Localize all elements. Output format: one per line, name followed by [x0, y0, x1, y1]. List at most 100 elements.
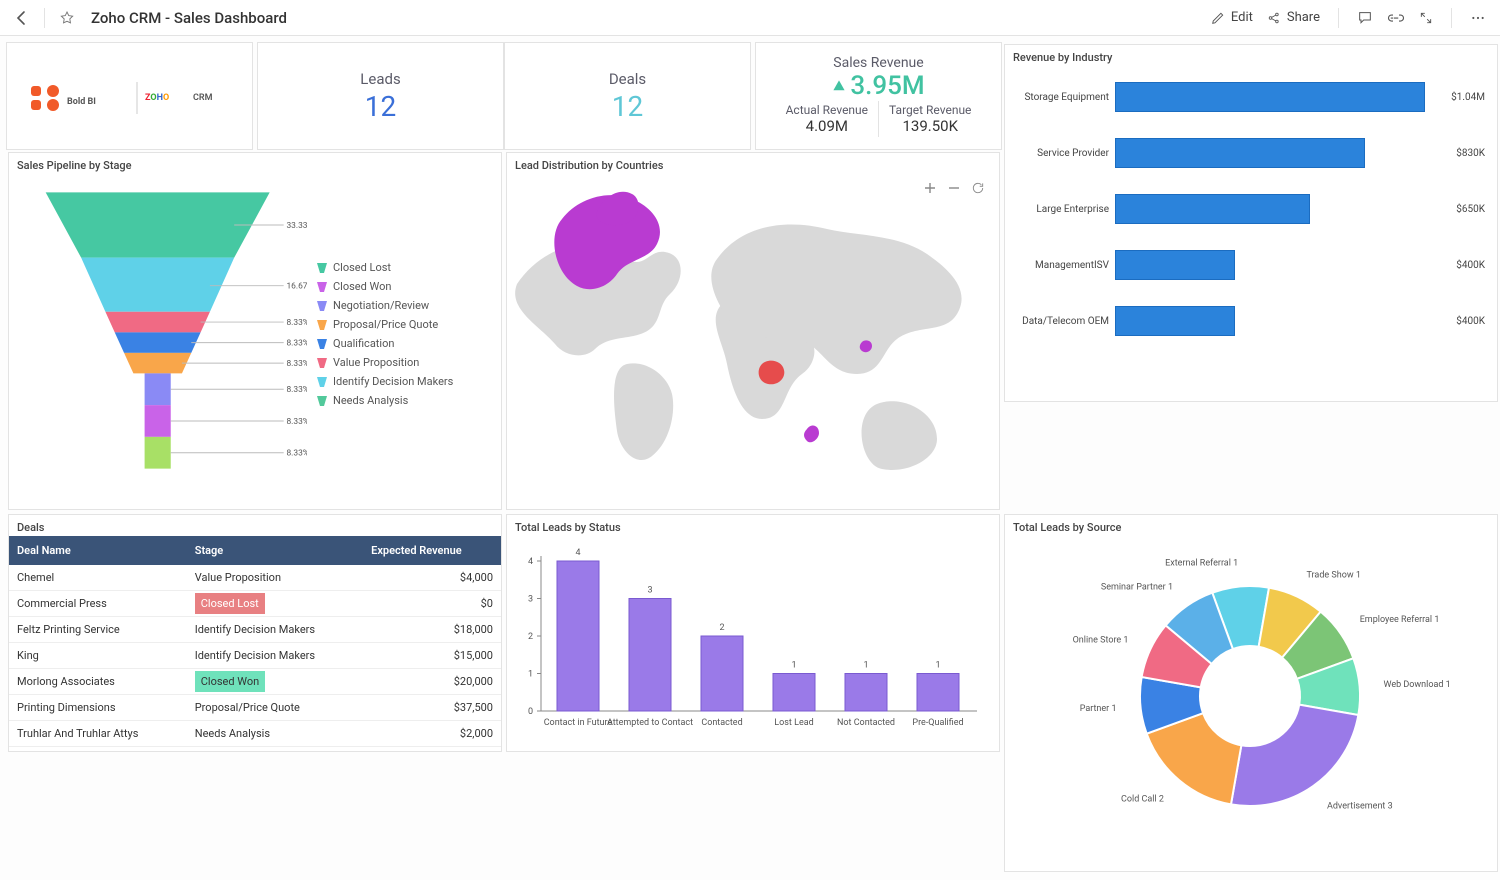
- share-icon: [1267, 11, 1281, 25]
- bar-row: Data/Telecom OEM$400K: [1017, 306, 1485, 336]
- svg-text:Contacted: Contacted: [701, 718, 742, 728]
- svg-text:Employee Referral 1: Employee Referral 1: [1360, 615, 1440, 625]
- comment-icon[interactable]: [1357, 10, 1373, 26]
- svg-text:3: 3: [647, 586, 652, 596]
- table-row[interactable]: Truhlar And Truhlar AttysNeeds Analysis$…: [9, 721, 501, 747]
- deals-title: Deals: [9, 515, 501, 536]
- svg-text:2: 2: [719, 623, 724, 633]
- legend-item[interactable]: Closed Won: [317, 280, 493, 293]
- status-chart: 01234 432111 Contact in FutureAttempted …: [507, 536, 997, 741]
- svg-text:ZOHO: ZOHO: [145, 93, 169, 103]
- pencil-icon: [1211, 11, 1225, 25]
- table-row[interactable]: KingIdentify Decision Makers$15,000: [9, 643, 501, 669]
- kpi-leads: Leads 12: [257, 42, 504, 150]
- legend-item[interactable]: Closed Lost: [317, 261, 493, 274]
- svg-text:8.33%: 8.33%: [286, 385, 307, 395]
- svg-text:4: 4: [575, 548, 580, 558]
- svg-text:3: 3: [528, 595, 533, 605]
- leads-by-source: Total Leads by Source External Referral …: [1004, 514, 1498, 872]
- svg-text:Pre-Qualified: Pre-Qualified: [912, 718, 963, 728]
- share-label: Share: [1287, 10, 1320, 25]
- svg-text:Contact in Future: Contact in Future: [544, 718, 613, 728]
- legend-item[interactable]: Proposal/Price Quote: [317, 318, 493, 331]
- kpi-deals: Deals 12: [504, 42, 751, 150]
- bar-row: Storage Equipment$1.04M: [1017, 82, 1485, 112]
- leads-by-status: Total Leads by Status 01234 432111 Conta…: [506, 514, 1000, 752]
- svg-text:1: 1: [791, 661, 796, 671]
- svg-text:CRM: CRM: [193, 93, 213, 103]
- refresh-icon[interactable]: [971, 181, 985, 195]
- boldbi-text: Bold BI: [67, 97, 96, 107]
- legend-item[interactable]: Negotiation/Review: [317, 299, 493, 312]
- svg-text:1: 1: [935, 661, 940, 671]
- share-button[interactable]: Share: [1267, 10, 1320, 25]
- svg-text:8.33%: 8.33%: [286, 449, 307, 459]
- svg-text:1: 1: [863, 661, 868, 671]
- th-deal-name[interactable]: Deal Name: [9, 536, 187, 565]
- zoom-in-icon[interactable]: [923, 181, 937, 195]
- actual-label: Actual Revenue: [786, 103, 868, 117]
- svg-text:Web Download 1: Web Download 1: [1383, 680, 1450, 690]
- table-row[interactable]: Commercial PressClosed Lost$0: [9, 591, 501, 617]
- table-row[interactable]: Feltz Printing ServiceIdentify Decision …: [9, 617, 501, 643]
- table-row[interactable]: Printing DimensionsProposal/Price Quote$…: [9, 695, 501, 721]
- svg-text:8.33%: 8.33%: [286, 318, 307, 328]
- status-title: Total Leads by Status: [507, 515, 999, 536]
- legend-item[interactable]: Qualification: [317, 337, 493, 350]
- world-map[interactable]: [507, 174, 997, 494]
- rev-title: Sales Revenue: [833, 55, 923, 71]
- rev-big: 3.95M: [850, 71, 924, 101]
- expand-icon[interactable]: [1419, 11, 1433, 25]
- svg-text:Trade Show 1: Trade Show 1: [1307, 571, 1361, 581]
- deals-table: Deal Name Stage Expected Revenue ChemelV…: [9, 536, 501, 747]
- svg-text:8.33%: 8.33%: [286, 359, 307, 369]
- donut-chart: External Referral 1Trade Show 1Employee …: [1005, 536, 1495, 856]
- bar-row: ManagementISV$400K: [1017, 250, 1485, 280]
- th-rev[interactable]: Expected Revenue: [363, 536, 501, 565]
- pipeline-title: Sales Pipeline by Stage: [9, 153, 501, 174]
- table-row[interactable]: Morlong AssociatesClosed Won$20,000: [9, 669, 501, 695]
- legend-item[interactable]: Value Proposition: [317, 356, 493, 369]
- svg-text:Cold Call 2: Cold Call 2: [1121, 795, 1164, 805]
- svg-text:Lost Lead: Lost Lead: [774, 718, 813, 728]
- edit-button[interactable]: Edit: [1211, 10, 1253, 25]
- star-icon[interactable]: [59, 10, 75, 26]
- funnel-legend: Closed Lost Closed Won Negotiation/Review P…: [307, 182, 493, 486]
- kpi-leads-value: 12: [365, 90, 396, 123]
- legend-item[interactable]: Identify Decision Makers: [317, 375, 493, 388]
- svg-text:Attempted to Contact: Attempted to Contact: [607, 718, 693, 728]
- page-title: Zoho CRM - Sales Dashboard: [91, 9, 287, 27]
- svg-text:Partner 1: Partner 1: [1080, 704, 1117, 714]
- svg-text:33.33%: 33.33%: [286, 221, 307, 231]
- revind-title: Revenue by Industry: [1005, 45, 1497, 66]
- target-label: Target Revenue: [889, 103, 971, 117]
- logo-card: Bold BI ZOHO CRM: [6, 42, 253, 150]
- kpi-revenue: Sales Revenue 3.95M Actual Revenue 4.09M…: [755, 42, 1002, 150]
- edit-label: Edit: [1231, 10, 1253, 25]
- svg-text:8.33%: 8.33%: [286, 338, 307, 348]
- svg-text:0: 0: [528, 707, 533, 717]
- bar-row: Large Enterprise$650K: [1017, 194, 1485, 224]
- kpi-deals-label: Deals: [609, 70, 646, 88]
- svg-text:16.67%: 16.67%: [286, 281, 307, 291]
- back-icon[interactable]: [14, 10, 30, 26]
- table-row[interactable]: ChemelValue Proposition$4,000: [9, 565, 501, 591]
- triangle-up-icon: [832, 79, 846, 93]
- row1-col2: Deals 12 Sales Revenue 3.95M Actual Reve…: [504, 42, 1002, 150]
- kpi-leads-label: Leads: [360, 70, 400, 88]
- donut-title: Total Leads by Source: [1005, 515, 1497, 536]
- legend-item[interactable]: Needs Analysis: [317, 394, 493, 407]
- deals-table-card: Deals Deal Name Stage Expected Revenue C…: [8, 514, 502, 752]
- bar-row: Service Provider$830K: [1017, 138, 1485, 168]
- lead-distribution-map: Lead Distribution by Countries: [506, 152, 1000, 510]
- link-icon[interactable]: [1387, 11, 1405, 25]
- svg-text:1: 1: [528, 670, 533, 680]
- svg-text:Seminar Partner 1: Seminar Partner 1: [1101, 582, 1173, 592]
- more-icon[interactable]: [1470, 10, 1486, 26]
- th-stage[interactable]: Stage: [187, 536, 363, 565]
- funnel-chart: 33.33% 16.67% 8.33% 8.33% 8.33% 8.33% 8.…: [27, 182, 307, 492]
- actual-value: 4.09M: [786, 117, 868, 135]
- zoom-out-icon[interactable]: [947, 181, 961, 195]
- svg-text:4: 4: [528, 557, 533, 567]
- svg-text:Online Store 1: Online Store 1: [1073, 635, 1129, 645]
